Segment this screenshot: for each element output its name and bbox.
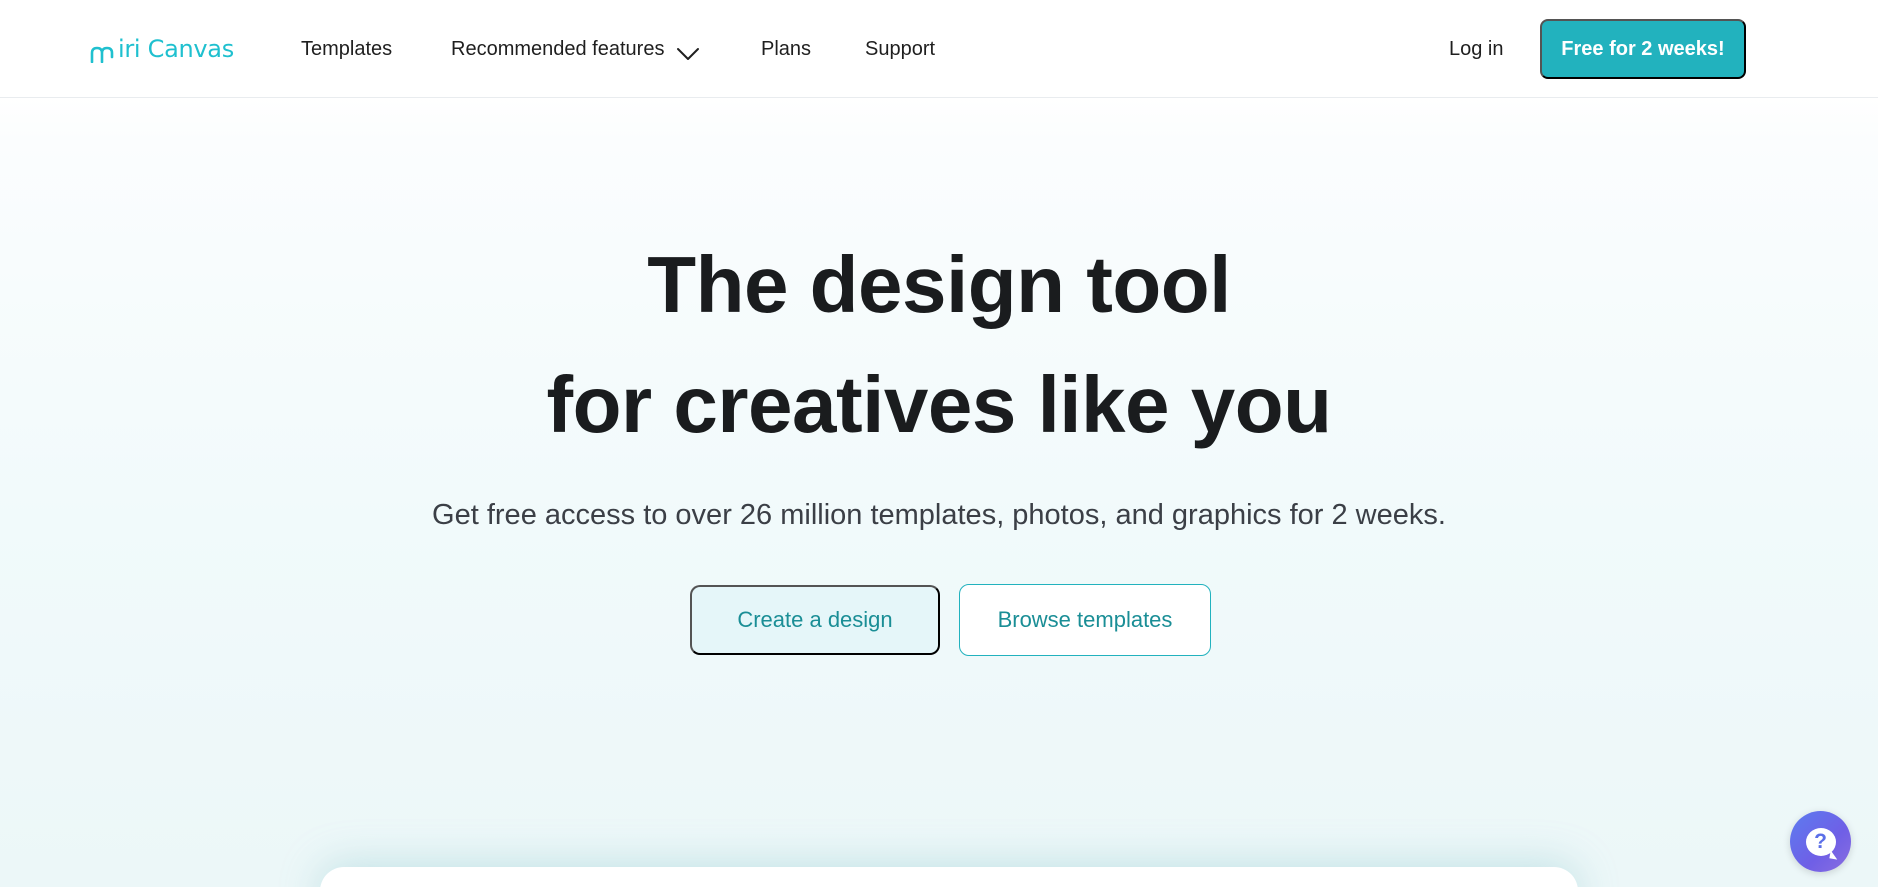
miricanvas-logo[interactable]: iri Canvas bbox=[90, 34, 234, 64]
editor-preview-card bbox=[320, 867, 1578, 887]
logo-m-mark-icon bbox=[90, 41, 116, 64]
nav-recommended-features-dropdown[interactable]: Recommended features bbox=[451, 36, 700, 62]
nav-plans-link[interactable]: Plans bbox=[761, 36, 811, 62]
nav-support-link[interactable]: Support bbox=[865, 36, 935, 62]
nav-recommended-features-label: Recommended features bbox=[451, 38, 665, 60]
logo-text: iri Canvas bbox=[118, 35, 234, 63]
help-glyph: ? bbox=[1814, 830, 1827, 853]
create-design-button[interactable]: Create a design bbox=[690, 585, 940, 655]
question-chat-icon: ? bbox=[1805, 827, 1836, 856]
page: iri Canvas Templates Recommended feature… bbox=[0, 0, 1878, 887]
hero-title-line-1: The design tool bbox=[647, 240, 1231, 329]
browse-templates-button[interactable]: Browse templates bbox=[959, 584, 1211, 656]
free-trial-button[interactable]: Free for 2 weeks! bbox=[1540, 19, 1746, 79]
help-chat-button[interactable]: ? bbox=[1790, 811, 1851, 872]
top-navigation-bar: iri Canvas Templates Recommended feature… bbox=[0, 0, 1878, 98]
nav-templates-link[interactable]: Templates bbox=[301, 36, 392, 62]
login-link[interactable]: Log in bbox=[1449, 36, 1504, 62]
chevron-down-icon bbox=[676, 42, 700, 60]
hero-subtitle: Get free access to over 26 million templ… bbox=[432, 499, 1446, 531]
hero-title-line-2: for creatives like you bbox=[546, 360, 1332, 449]
